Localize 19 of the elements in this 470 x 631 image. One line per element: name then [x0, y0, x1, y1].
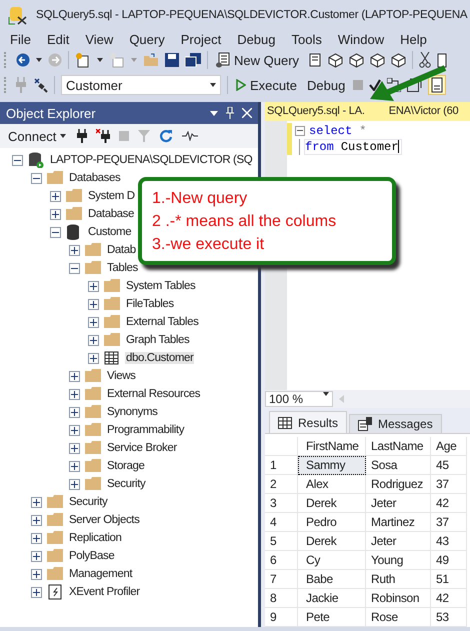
row-number: 9 [265, 608, 298, 627]
code-token: Customer [340, 140, 398, 154]
tab-title: SQLQuery5.sql - LA. [267, 105, 365, 118]
callout-text: 2 .-* means all the colums [152, 212, 338, 232]
callout-text: 1.-New query [152, 188, 248, 208]
row-number: 2 [265, 475, 298, 494]
row-number: 3 [265, 494, 298, 513]
row-number: 5 [265, 532, 298, 551]
row-number: 7 [265, 570, 298, 589]
panel-title: Object Explorer [6, 106, 96, 120]
callout-text: 3.-we execute it [152, 234, 266, 254]
window-title: SQLQuery5.sql - LAPTOP-PEQUENA\SQLDEVICTOR.Customer (LAPTOP-PEQUENA [36, 9, 468, 21]
row-number: 6 [265, 551, 298, 570]
code-token: select [309, 124, 352, 138]
row-number: 8 [265, 589, 298, 608]
code-token: * [359, 124, 366, 138]
row-number: 4 [265, 513, 298, 532]
tab-title: ENA\Victor (60 [388, 105, 458, 118]
code-token: from [305, 140, 334, 154]
